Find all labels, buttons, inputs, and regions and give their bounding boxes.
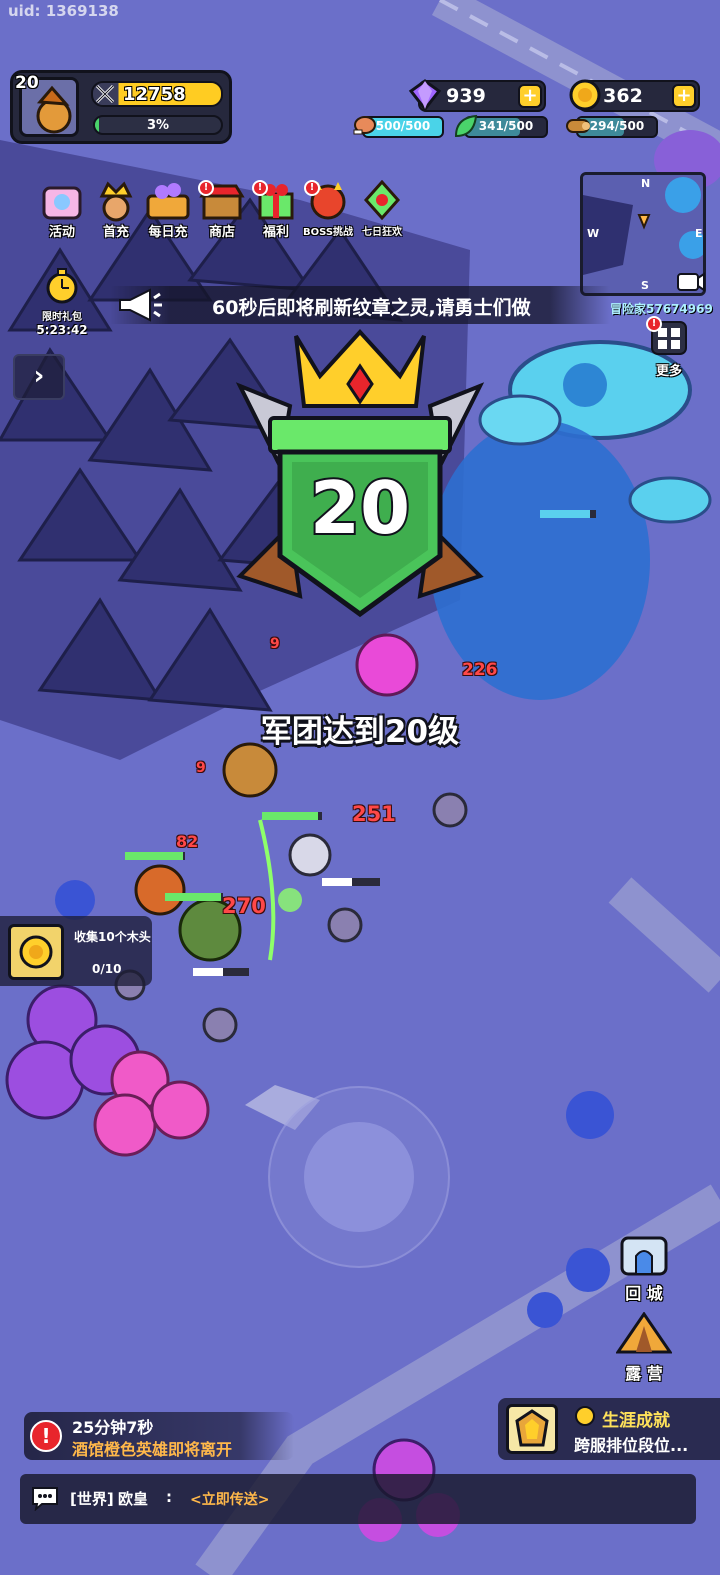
events-icon (42, 186, 82, 220)
menu-events-label: 活动 (48, 225, 75, 240)
king-icon (99, 181, 133, 222)
return-city-label: 回 城 (625, 1284, 663, 1303)
return-city-button[interactable]: 回 城 (614, 1232, 674, 1304)
gem-amount: 939 (446, 85, 486, 107)
castle-gate-icon (620, 1236, 668, 1276)
shop-notification-badge: ! (198, 180, 214, 196)
chat-channel: [世界] (70, 1490, 114, 1508)
camp-button[interactable]: 露 营 (614, 1311, 674, 1384)
level-up-message: 军团达到20级 (260, 714, 460, 750)
wood-resource: 294/500 (566, 116, 658, 138)
world-chat-bar[interactable]: [世界] 欧皇 : <立即传送> (20, 1474, 696, 1524)
damage-number: 226 (462, 660, 498, 680)
rank-badge-icon (515, 1409, 549, 1447)
menu-daily-recharge-label: 每日充 (148, 225, 188, 240)
compass-north: N (641, 177, 651, 190)
boss-notification-badge: ! (304, 180, 320, 196)
level-up-badge: 20 (210, 326, 510, 626)
quest-title: 收集10个木头 (74, 930, 151, 944)
achievement-star-icon (575, 1406, 595, 1426)
carnival-icon (363, 179, 401, 221)
menu-seven-day-carnival[interactable]: 七日狂欢 (354, 179, 410, 240)
coin-quest-icon (19, 935, 53, 969)
gem-counter: 939 + (408, 79, 546, 112)
menu-welfare[interactable]: 福利 ! (248, 180, 304, 240)
stopwatch-icon (46, 268, 78, 304)
damage-number: 270 (222, 894, 266, 918)
meat-resource: 500/500 (353, 116, 444, 138)
quest-tracker[interactable]: 收集10个木头 0/10 (0, 916, 152, 986)
announcement-text: 60秒后即将刷新纹章之灵,请勇士们做 (212, 297, 531, 319)
menu-seven-day-carnival-label: 七日狂欢 (362, 227, 402, 238)
menu-events[interactable]: 活动 (34, 180, 90, 240)
quest-icon-frame (8, 924, 64, 980)
menu-shop-label: 商店 (208, 225, 235, 240)
career-achievement-panel[interactable]: 生涯成就 跨服排位段位... (498, 1398, 720, 1460)
achievement-title: 生涯成就 (602, 1411, 670, 1431)
more-notification-badge: ! (646, 316, 662, 332)
uid-label: uid: 1369138 (8, 2, 119, 20)
herb-resource: 341/500 (454, 114, 548, 138)
compass-west: W (587, 227, 600, 240)
player-name-tag: 冒险家57674969 (610, 302, 713, 316)
chat-bubble-icon (32, 1487, 58, 1511)
gold-amount: 362 (603, 85, 643, 107)
combat-power-value: 12758 (123, 84, 186, 105)
chat-sender[interactable]: 欧皇 (118, 1488, 148, 1509)
menu-boss-challenge-label: BOSS挑战 (302, 227, 354, 238)
experience-percent: 3% (146, 118, 170, 133)
meat-amount: 500/500 (375, 119, 431, 133)
more-label: 更多 (655, 364, 682, 379)
welfare-notification-badge: ! (252, 180, 268, 196)
crossed-swords-icon (95, 84, 115, 104)
herb-amount: 341/500 (478, 119, 534, 133)
notice-text: 酒馆橙色英雄即将离开 (72, 1440, 233, 1459)
add-gems-button[interactable]: + (518, 84, 542, 108)
tent-icon (615, 1311, 673, 1354)
achievement-subtitle: 跨服排位段位... (574, 1436, 689, 1455)
teleport-link[interactable]: <立即传送> (190, 1489, 269, 1509)
achievement-icon-frame (506, 1404, 558, 1454)
player-panel[interactable]: 20 12758 3% (10, 70, 232, 144)
megaphone-icon (119, 288, 162, 322)
limited-gift-time: 5:23:42 (36, 323, 88, 337)
limited-gift-label: 限时礼包 (42, 312, 82, 323)
compass-east: E (695, 227, 703, 240)
menu-first-recharge[interactable]: 首充 (88, 180, 144, 240)
damage-number: 9 (196, 760, 206, 776)
treasure-chest-icon (146, 183, 190, 220)
camera-icon[interactable] (676, 268, 706, 294)
damage-number: 82 (176, 832, 199, 851)
camp-label: 露 营 (625, 1364, 663, 1383)
more-button[interactable]: 更多 ! (646, 316, 692, 379)
quest-progress: 0/10 (92, 962, 122, 976)
damage-number: 251 (352, 802, 396, 826)
experience-bar: 3% (93, 115, 223, 135)
hero-leaving-notice[interactable]: ! 25分钟7秒 酒馆橙色英雄即将离开 (24, 1412, 294, 1460)
player-level: 20 (15, 73, 39, 93)
alert-icon: ! (30, 1420, 62, 1452)
joystick-knob[interactable] (304, 1122, 414, 1232)
compass-south: S (641, 279, 649, 292)
chat-separator: : (166, 1488, 172, 1506)
menu-boss-challenge[interactable]: BOSS挑战 ! (300, 180, 356, 240)
wood-amount: 294/500 (589, 119, 645, 133)
notice-timer: 25分钟7秒 (72, 1418, 154, 1437)
menu-daily-recharge[interactable]: 每日充 (140, 180, 196, 240)
menu-shop[interactable]: 商店 ! (194, 180, 250, 240)
announcement-banner: 60秒后即将刷新纹章之灵,请勇士们做 (110, 286, 610, 324)
gold-counter: 362 + (569, 79, 700, 112)
expand-panel-button[interactable]: › (13, 354, 65, 400)
virtual-joystick[interactable] (268, 1086, 450, 1268)
level-up-number: 20 (308, 464, 412, 552)
menu-first-recharge-label: 首充 (102, 225, 129, 240)
menu-welfare-label: 福利 (262, 225, 289, 240)
add-gold-button[interactable]: + (672, 84, 696, 108)
limited-gift-timer[interactable]: 限时礼包 5:23:42 (33, 268, 91, 337)
damage-number: 9 (270, 636, 280, 652)
